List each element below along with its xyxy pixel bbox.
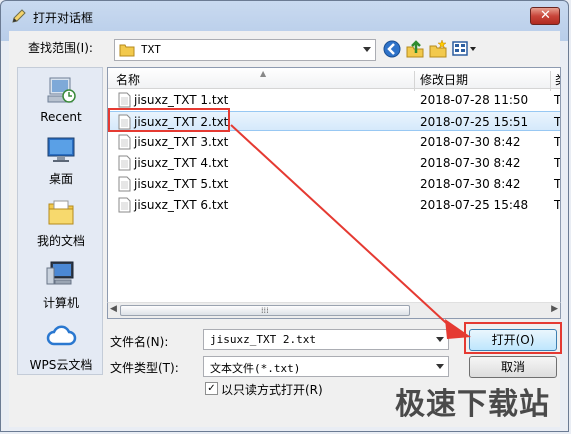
watermark-text: 极速下载站 [395,387,550,422]
annotation-arrow [230,124,471,339]
open-dialog: 打开对话框 ✕ 查找范围(I): TXT Recent 桌面 我的文档 计算机 … [0,0,569,432]
